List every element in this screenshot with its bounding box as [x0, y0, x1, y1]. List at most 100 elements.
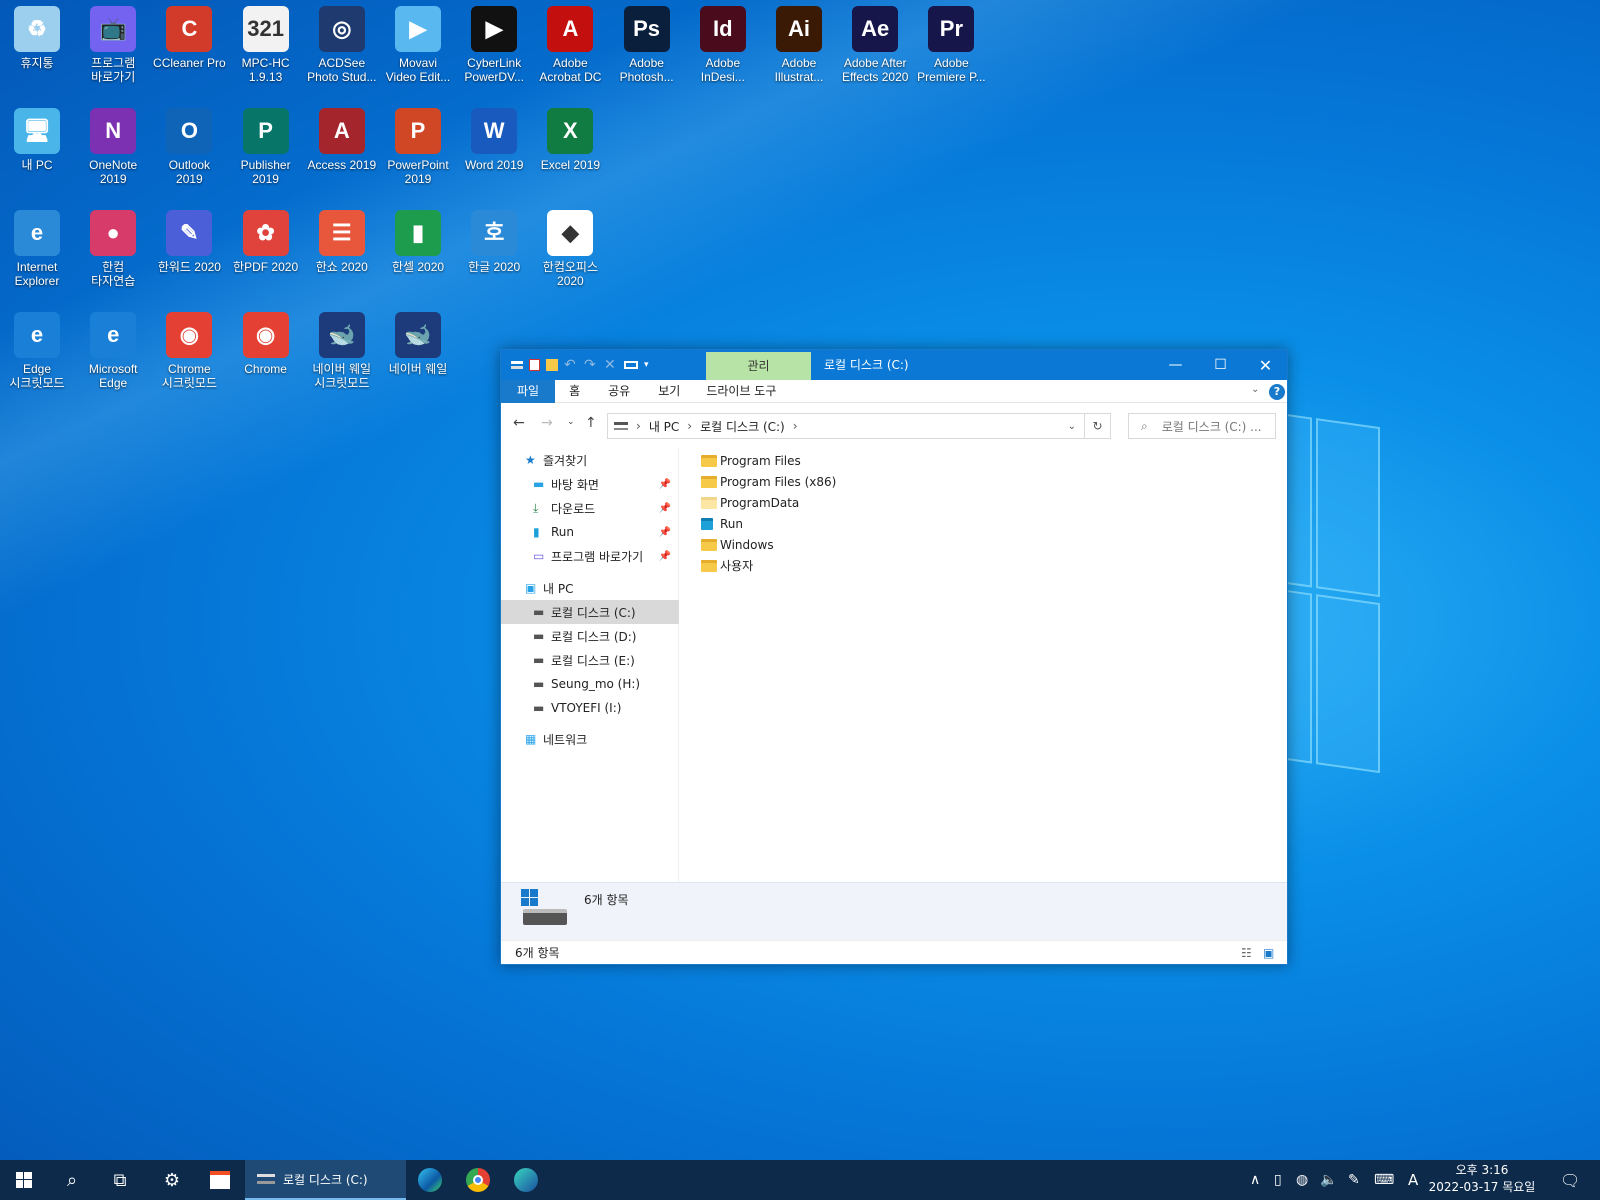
notification-center-icon[interactable]: 🗨 [1560, 1160, 1580, 1200]
touch-keyboard-icon[interactable]: ⌨ [1374, 1160, 1394, 1200]
pen-workspace-icon[interactable]: ✎ [1348, 1160, 1360, 1200]
expand-ribbon-chevron-icon[interactable]: ⌄ [1251, 384, 1259, 395]
desktop-shortcut[interactable]: P Publisher 2019 [229, 108, 303, 186]
desktop-shortcut[interactable]: ◎ ACDSee Photo Stud... [305, 6, 379, 84]
forward-arrow-icon[interactable]: → [541, 415, 553, 431]
desktop-shortcut[interactable]: ● 한컴 타자연습 [76, 210, 150, 288]
new-folder-icon[interactable] [546, 359, 558, 371]
list-item[interactable]: Program Files [701, 450, 881, 471]
nav-quick-access[interactable]: ★ 즐겨찾기 [501, 448, 679, 472]
desktop-shortcut[interactable]: ♻ 휴지통 [0, 6, 74, 70]
desktop-shortcut[interactable]: ☰ 한쇼 2020 [305, 210, 379, 274]
close-button[interactable]: ✕ [1243, 350, 1288, 380]
pin-icon[interactable]: 📌 [659, 527, 671, 538]
volume-muted-icon[interactable]: 🔈 [1320, 1160, 1337, 1200]
taskbar-explorer-button[interactable]: 로컬 디스크 (C:) [245, 1160, 406, 1200]
taskbar-edge-button[interactable] [406, 1160, 454, 1200]
tab-drive-tools[interactable]: 드라이브 도구 [694, 380, 788, 403]
nav-item-downloads[interactable]: ⤓ 다운로드 📌 [501, 496, 679, 520]
list-item[interactable]: 사용자 [701, 555, 881, 576]
desktop-shortcut[interactable]: ✿ 한PDF 2020 [229, 210, 303, 274]
pin-icon[interactable]: 📌 [659, 479, 671, 490]
desktop-shortcut[interactable]: P PowerPoint 2019 [381, 108, 455, 186]
desktop-shortcut[interactable]: Ai Adobe Illustrat... [762, 6, 836, 84]
search-input[interactable]: ⌕ 로컬 디스크 (C:) ... [1128, 413, 1276, 439]
desktop-shortcut[interactable]: ◉ Chrome 시크릿모드 [152, 312, 226, 390]
rename-icon[interactable] [624, 361, 638, 369]
desktop-shortcut[interactable]: O Outlook 2019 [152, 108, 226, 186]
show-hidden-icons-chevron-icon[interactable]: ∧ [1250, 1160, 1260, 1200]
customize-qat-chevron-icon[interactable]: ▾ [644, 358, 658, 372]
address-bar[interactable]: › 내 PC › 로컬 디스크 (C:) › ⌄ [607, 413, 1085, 439]
input-method-indicator[interactable]: A [1408, 1160, 1418, 1200]
system-clock[interactable]: 오후 3:16 2022-03-17 목요일 [1428, 1162, 1536, 1196]
desktop-shortcut[interactable]: e Microsoft Edge [76, 312, 150, 390]
store-button[interactable] [196, 1160, 244, 1200]
up-arrow-icon[interactable]: ↑ [585, 415, 597, 431]
redo-icon[interactable]: ↷ [584, 358, 598, 372]
nav-drive-c[interactable]: ▬ 로컬 디스크 (C:) [501, 600, 679, 624]
desktop-shortcut[interactable]: ▶ CyberLink PowerDV... [457, 6, 531, 84]
tab-home[interactable]: 홈 [555, 380, 594, 403]
desktop-shortcut[interactable]: Ae Adobe After Effects 2020 [838, 6, 912, 84]
desktop-shortcut[interactable]: A Adobe Acrobat DC [533, 6, 607, 84]
desktop-shortcut[interactable]: 📺 프로그램 바로가기 [76, 6, 150, 84]
tab-file[interactable]: 파일 [501, 379, 556, 403]
start-button[interactable] [0, 1160, 48, 1200]
nav-item-program-shortcuts[interactable]: ▭ 프로그램 바로가기 📌 [501, 544, 679, 568]
settings-button[interactable]: ⚙ [148, 1160, 196, 1200]
nav-drive-h[interactable]: ▬ Seung_mo (H:) [501, 672, 679, 696]
undo-icon[interactable]: ↶ [564, 358, 578, 372]
desktop-shortcut[interactable]: Id Adobe InDesi... [686, 6, 760, 84]
refresh-button[interactable]: ↻ [1085, 413, 1111, 439]
address-dropdown-chevron-icon[interactable]: ⌄ [1068, 421, 1076, 432]
title-bar[interactable]: ↶ ↷ ✕ ▾ 관리 로컬 디스크 (C:) — ☐ ✕ [501, 350, 1287, 380]
nav-drive-e[interactable]: ▬ 로컬 디스크 (E:) [501, 648, 679, 672]
nav-this-pc[interactable]: ▣ 내 PC [501, 576, 679, 600]
properties-icon[interactable] [529, 359, 540, 371]
minimize-button[interactable]: — [1153, 350, 1198, 380]
tab-view[interactable]: 보기 [644, 380, 694, 403]
desktop-shortcut[interactable]: ▶ Movavi Video Edit... [381, 6, 455, 84]
breadcrumb-local-disk-c[interactable]: 로컬 디스크 (C:) [700, 418, 785, 435]
back-arrow-icon[interactable]: ← [513, 415, 525, 431]
desktop-shortcut[interactable]: ▮ 한셀 2020 [381, 210, 455, 274]
list-item[interactable]: Run [701, 513, 881, 534]
desktop-shortcut[interactable]: W Word 2019 [457, 108, 531, 172]
desktop-shortcut[interactable]: ◆ 한컴오피스 2020 [533, 210, 607, 288]
desktop-shortcut[interactable]: Ps Adobe Photosh... [610, 6, 684, 84]
desktop-shortcut[interactable]: Pr Adobe Premiere P... [914, 6, 988, 84]
nav-drive-i[interactable]: ▬ VTOYEFI (I:) [501, 696, 679, 720]
large-icons-view-icon[interactable]: ▣ [1263, 946, 1274, 960]
details-view-icon[interactable]: ☷ [1241, 946, 1252, 960]
tab-share[interactable]: 공유 [594, 380, 644, 403]
taskbar-whale-button[interactable] [502, 1160, 550, 1200]
recent-locations-chevron-icon[interactable]: ⌄ [567, 417, 575, 427]
desktop-shortcut[interactable]: A Access 2019 [305, 108, 379, 172]
desktop-shortcut[interactable]: 호 한글 2020 [457, 210, 531, 274]
desktop-shortcut[interactable]: C CCleaner Pro [152, 6, 226, 70]
nav-drive-d[interactable]: ▬ 로컬 디스크 (D:) [501, 624, 679, 648]
desktop-shortcut[interactable]: ✎ 한워드 2020 [152, 210, 226, 274]
desktop-shortcut[interactable]: 321 MPC-HC 1.9.13 [229, 6, 303, 84]
desktop-shortcut[interactable]: e Edge 시크릿모드 [0, 312, 74, 390]
nav-item-run[interactable]: ▮ Run 📌 [501, 520, 679, 544]
search-button[interactable]: ⌕ [48, 1160, 96, 1200]
pin-icon[interactable]: 📌 [659, 503, 671, 514]
usb-device-icon[interactable]: ▯ [1274, 1160, 1282, 1200]
context-tab-manage[interactable]: 관리 [706, 352, 811, 380]
task-view-button[interactable]: ⧉ [96, 1160, 144, 1200]
list-item[interactable]: Program Files (x86) [701, 471, 881, 492]
maximize-button[interactable]: ☐ [1198, 350, 1243, 380]
desktop-shortcut[interactable]: N OneNote 2019 [76, 108, 150, 186]
list-item[interactable]: ProgramData [701, 492, 881, 513]
desktop-shortcut[interactable]: 🐋 네이버 웨일 시크릿모드 [305, 312, 379, 390]
nav-item-desktop[interactable]: ▬ 바탕 화면 📌 [501, 472, 679, 496]
taskbar-chrome-button[interactable] [454, 1160, 502, 1200]
help-icon[interactable]: ? [1269, 384, 1285, 400]
desktop-shortcut[interactable]: ◉ Chrome [229, 312, 303, 376]
delete-icon[interactable]: ✕ [604, 358, 618, 372]
desktop-shortcut[interactable]: 🖥 내 PC [0, 108, 74, 172]
list-item[interactable]: Windows [701, 534, 881, 555]
breadcrumb-this-pc[interactable]: 내 PC [649, 418, 679, 435]
